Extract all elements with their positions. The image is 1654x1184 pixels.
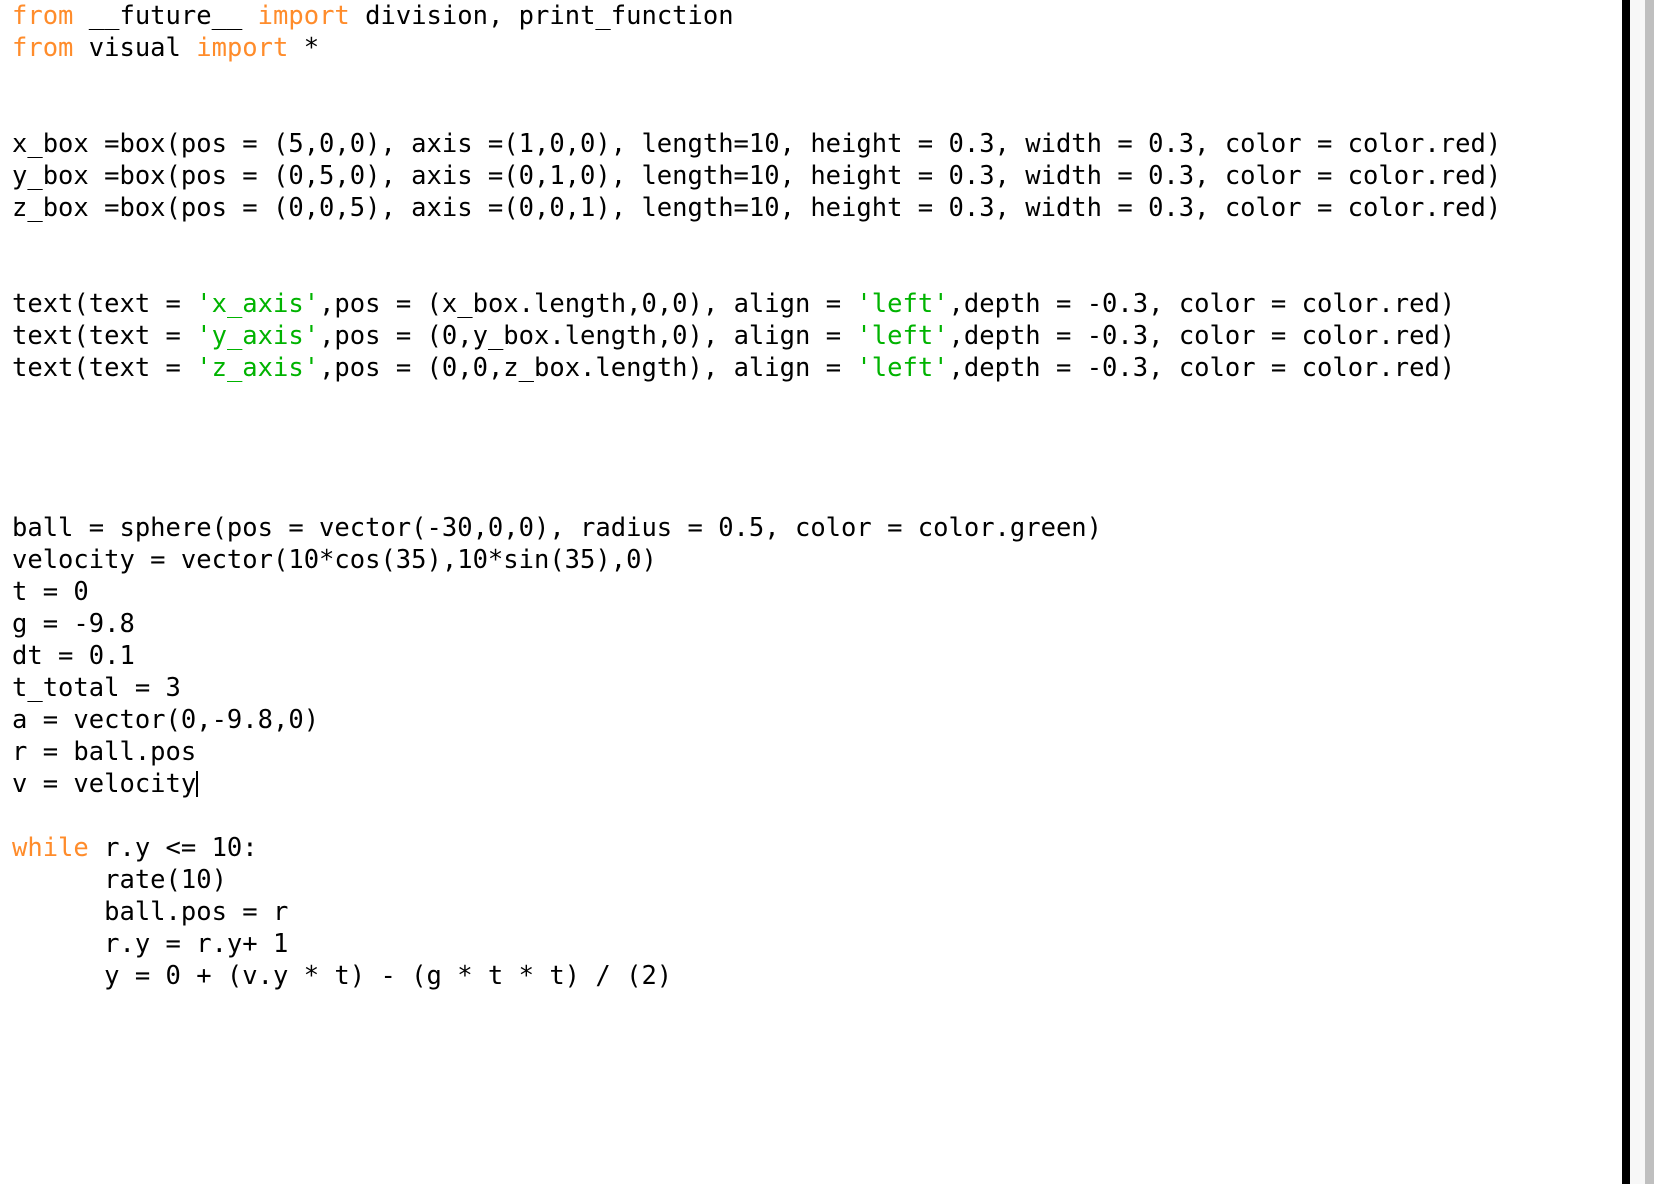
code-line[interactable]: g = -9.8 xyxy=(12,608,1622,640)
code-line[interactable]: rate(10) xyxy=(12,864,1622,896)
code-token: ,depth = -0.3, color = color.red) xyxy=(948,353,1456,383)
code-token: g = -9.8 xyxy=(12,609,135,639)
code-line[interactable]: ball = sphere(pos = vector(-30,0,0), rad… xyxy=(12,512,1622,544)
code-line[interactable] xyxy=(12,416,1622,448)
code-token: 'left' xyxy=(856,289,949,319)
code-token: x_box =box(pos = (5,0,0), axis =(1,0,0),… xyxy=(12,129,1502,159)
code-token: ,pos = (x_box.length,0,0), align = xyxy=(319,289,857,319)
code-line[interactable]: a = vector(0,-9.8,0) xyxy=(12,704,1622,736)
vertical-scrollbar[interactable] xyxy=(1622,0,1654,1184)
code-token: 'z_axis' xyxy=(196,353,320,383)
code-token: a = vector(0,-9.8,0) xyxy=(12,705,320,735)
code-token: t_total = 3 xyxy=(12,673,181,703)
code-line[interactable] xyxy=(12,96,1622,128)
code-token: ,pos = (0,0,z_box.length), align = xyxy=(319,353,857,383)
code-line[interactable]: ball.pos = r xyxy=(12,896,1622,928)
code-token: ball = sphere(pos = vector(-30,0,0), rad… xyxy=(12,513,1103,543)
code-token: text(text = xyxy=(12,289,197,319)
code-line[interactable]: dt = 0.1 xyxy=(12,640,1622,672)
code-token: r = ball.pos xyxy=(12,737,197,767)
code-token: text(text = xyxy=(12,321,197,351)
code-token: z_box =box(pos = (0,0,5), axis =(0,0,1),… xyxy=(12,193,1502,223)
code-line[interactable]: r.y = r.y+ 1 xyxy=(12,928,1622,960)
code-token: r.y = r.y+ 1 xyxy=(12,929,289,959)
code-line[interactable]: v = velocity xyxy=(12,768,1622,800)
code-token: y_box =box(pos = (0,5,0), axis =(0,1,0),… xyxy=(12,161,1502,191)
code-token: r.y <= 10: xyxy=(88,833,258,863)
code-token: * xyxy=(288,33,320,63)
code-token: 'left' xyxy=(856,353,949,383)
code-line[interactable]: z_box =box(pos = (0,0,5), axis =(0,0,1),… xyxy=(12,192,1622,224)
code-line[interactable]: y_box =box(pos = (0,5,0), axis =(0,1,0),… xyxy=(12,160,1622,192)
code-line[interactable]: x_box =box(pos = (5,0,0), axis =(1,0,0),… xyxy=(12,128,1622,160)
code-line[interactable] xyxy=(12,64,1622,96)
code-token: 'y_axis' xyxy=(196,321,320,351)
code-line[interactable] xyxy=(12,480,1622,512)
code-line[interactable] xyxy=(12,256,1622,288)
code-token: from xyxy=(12,1,74,31)
code-line[interactable] xyxy=(12,384,1622,416)
code-line[interactable]: text(text = 'z_axis',pos = (0,0,z_box.le… xyxy=(12,352,1622,384)
code-token: rate(10) xyxy=(12,865,227,895)
code-line[interactable]: from visual import * xyxy=(12,32,1622,64)
editor-text-area[interactable]: from __future__ import division, print_f… xyxy=(0,0,1622,1184)
code-token: visual xyxy=(73,33,197,63)
code-line[interactable]: velocity = vector(10*cos(35),10*sin(35),… xyxy=(12,544,1622,576)
code-token: text(text = xyxy=(12,353,197,383)
code-line[interactable]: y = 0 + (v.y * t) - (g * t * t) / (2) xyxy=(12,960,1622,992)
code-line[interactable]: while r.y <= 10: xyxy=(12,832,1622,864)
code-line[interactable] xyxy=(12,224,1622,256)
code-line[interactable] xyxy=(12,800,1622,832)
code-token: while xyxy=(12,833,89,863)
code-token: ,depth = -0.3, color = color.red) xyxy=(948,321,1456,351)
code-token: ball.pos = r xyxy=(12,897,289,927)
code-line[interactable] xyxy=(12,448,1622,480)
code-token: division, print_function xyxy=(349,1,734,31)
code-token: ,depth = -0.3, color = color.red) xyxy=(948,289,1456,319)
scrollbar-track[interactable] xyxy=(1630,0,1654,1184)
code-line[interactable]: text(text = 'x_axis',pos = (x_box.length… xyxy=(12,288,1622,320)
scrollbar-border xyxy=(1622,0,1630,1184)
code-token: __future__ xyxy=(73,1,258,31)
code-content[interactable]: from __future__ import division, print_f… xyxy=(12,0,1622,992)
code-token: velocity = vector(10*cos(35),10*sin(35),… xyxy=(12,545,657,575)
code-token: 'x_axis' xyxy=(196,289,320,319)
code-token: t = 0 xyxy=(12,577,89,607)
code-editor-window: from __future__ import division, print_f… xyxy=(0,0,1654,1184)
code-line[interactable]: from __future__ import division, print_f… xyxy=(12,0,1622,32)
code-token: import xyxy=(196,33,289,63)
code-token: from xyxy=(12,33,74,63)
text-caret xyxy=(196,771,199,797)
code-token: ,pos = (0,y_box.length,0), align = xyxy=(319,321,857,351)
code-token: y = 0 + (v.y * t) - (g * t * t) / (2) xyxy=(12,961,673,991)
code-token: dt = 0.1 xyxy=(12,641,135,671)
code-line[interactable]: t_total = 3 xyxy=(12,672,1622,704)
code-line[interactable]: text(text = 'y_axis',pos = (0,y_box.leng… xyxy=(12,320,1622,352)
code-token: import xyxy=(257,1,350,31)
code-line[interactable]: r = ball.pos xyxy=(12,736,1622,768)
scrollbar-thumb[interactable] xyxy=(1645,0,1654,1184)
code-token: 'left' xyxy=(856,321,949,351)
code-line[interactable]: t = 0 xyxy=(12,576,1622,608)
code-token: v = velocity xyxy=(12,769,197,799)
